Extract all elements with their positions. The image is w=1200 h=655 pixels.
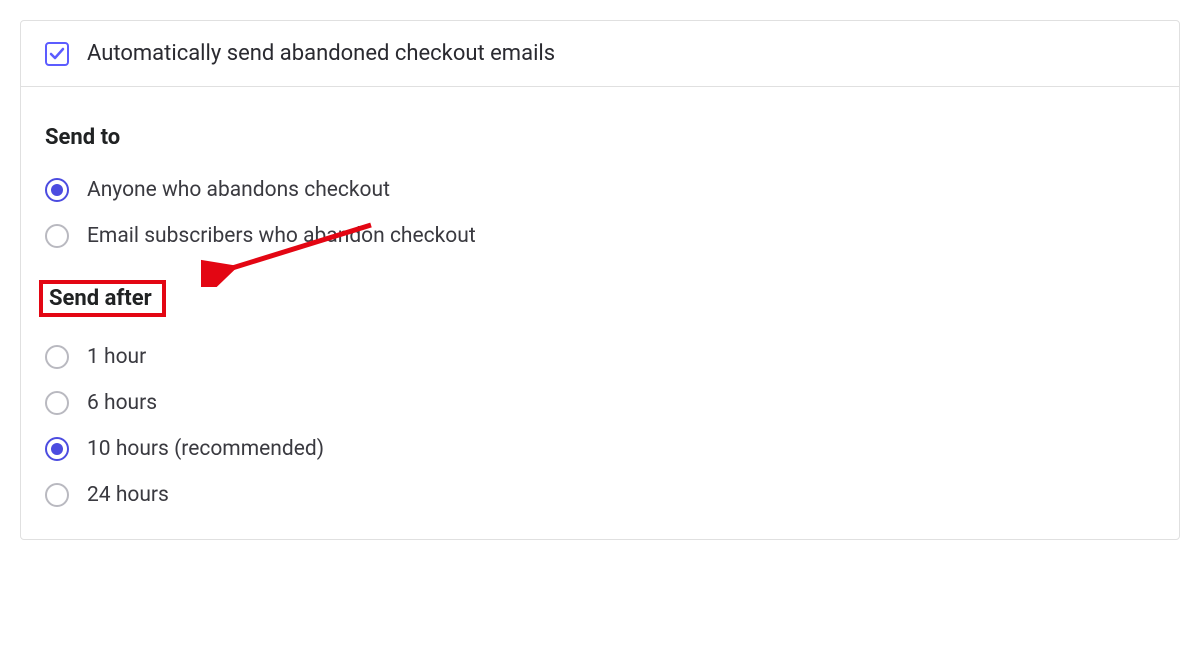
radio-label: 10 hours (recommended) bbox=[87, 437, 324, 461]
radio-label: 1 hour bbox=[87, 345, 146, 369]
radio-send-to-subscribers[interactable]: Email subscribers who abandon checkout bbox=[45, 216, 1155, 256]
radio-send-after-6h[interactable]: 6 hours bbox=[45, 383, 1155, 423]
radio-label: 6 hours bbox=[87, 391, 157, 415]
checkbox-icon[interactable] bbox=[45, 42, 69, 66]
radio-send-after-24h[interactable]: 24 hours bbox=[45, 475, 1155, 515]
auto-send-label: Automatically send abandoned checkout em… bbox=[87, 41, 555, 66]
radio-label: 24 hours bbox=[87, 483, 169, 507]
radio-send-to-anyone[interactable]: Anyone who abandons checkout bbox=[45, 170, 1155, 210]
radio-label: Anyone who abandons checkout bbox=[87, 178, 390, 202]
radio-icon[interactable] bbox=[45, 345, 69, 369]
send-to-heading: Send to bbox=[45, 125, 1155, 150]
radio-icon[interactable] bbox=[45, 178, 69, 202]
radio-icon[interactable] bbox=[45, 483, 69, 507]
radio-send-after-10h[interactable]: 10 hours (recommended) bbox=[45, 429, 1155, 469]
radio-label: Email subscribers who abandon checkout bbox=[87, 224, 476, 248]
checkmark-icon bbox=[49, 46, 65, 62]
auto-send-section: Automatically send abandoned checkout em… bbox=[21, 21, 1179, 87]
send-after-group: Send after 1 hour 6 hours 10 hours (reco… bbox=[45, 274, 1155, 515]
radio-send-after-1h[interactable]: 1 hour bbox=[45, 337, 1155, 377]
send-to-group: Send to Anyone who abandons checkout Ema… bbox=[45, 125, 1155, 256]
settings-card: Automatically send abandoned checkout em… bbox=[20, 20, 1180, 540]
send-after-heading: Send after bbox=[39, 280, 166, 317]
radio-icon[interactable] bbox=[45, 224, 69, 248]
auto-send-checkbox-row[interactable]: Automatically send abandoned checkout em… bbox=[45, 41, 555, 66]
radio-icon[interactable] bbox=[45, 391, 69, 415]
radio-icon[interactable] bbox=[45, 437, 69, 461]
options-body: Send to Anyone who abandons checkout Ema… bbox=[21, 87, 1179, 539]
